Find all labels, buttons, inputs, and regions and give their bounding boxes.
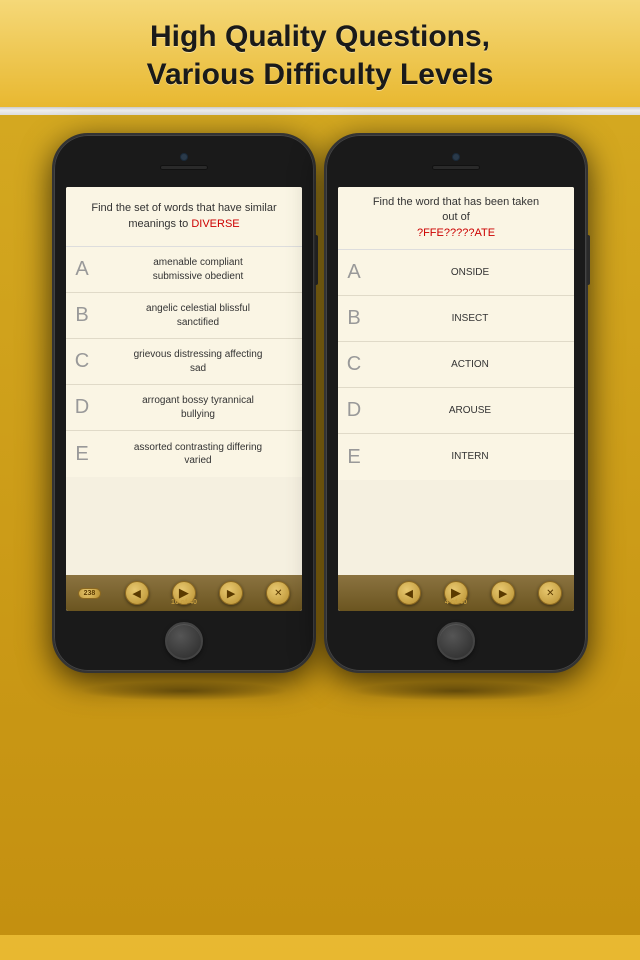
phone-2-answer-b[interactable]: B INSECT [338,296,574,342]
phone-1-shadow [80,681,288,701]
phone-1-bottom [54,611,314,671]
phone-1-question: Find the set of words that have similar … [66,187,302,247]
phone-1-question-keyword: DIVERSE [191,218,239,230]
phone-1-answer-a[interactable]: A amenable compliantsubmissive obedient [66,247,302,293]
phone-1-answer-e[interactable]: E assorted contrasting differingvaried [66,431,302,477]
phone-2-count: 4 of 40 [445,599,467,606]
phone-2-home-button[interactable] [437,622,475,660]
phone-1-answer-c[interactable]: C grievous distressing affectingsad [66,339,302,385]
header: High Quality Questions, Various Difficul… [0,0,640,107]
phone-2: Find the word that has been takenout of?… [324,133,588,673]
phone-1: Find the set of words that have similar … [52,133,316,673]
phone-2-question-prefix: Find the word that has been takenout of [373,196,539,223]
phone-1-answer-b[interactable]: B angelic celestial blissfulsanctified [66,293,302,339]
phone-2-screen: Find the word that has been takenout of?… [338,187,574,611]
phone-2-question-keyword: ?FFE?????ATE [417,227,495,239]
phone-2-answer-e[interactable]: E INTERN [338,434,574,480]
phone-2-question: Find the word that has been takenout of?… [338,187,574,250]
phone-1-question-prefix: Find the set of words that have similar … [91,202,276,229]
phone-1-top [54,135,314,187]
phone-2-bottom [326,611,586,671]
phone-2-speaker [432,165,480,170]
phone-2-answer-c[interactable]: C ACTION [338,342,574,388]
phone-2-answer-a[interactable]: A ONSIDE [338,250,574,296]
phones-area: Find the set of words that have similar … [0,115,640,935]
phone-2-shadow [352,681,560,701]
phone-1-home-button[interactable] [165,622,203,660]
phone-1-answer-d[interactable]: D arrogant bossy tyrannicalbullying [66,385,302,431]
phone-1-camera [180,153,188,161]
phone-2-camera [452,153,460,161]
phone-1-count: 10 of 40 [171,599,197,606]
header-title: High Quality Questions, Various Difficul… [20,18,620,93]
header-divider [0,107,640,115]
phone-1-speaker [160,165,208,170]
phone-1-answers: A amenable compliantsubmissive obedient … [66,247,302,575]
phone-2-top [326,135,586,187]
phone-2-answer-d[interactable]: D AROUSE [338,388,574,434]
phone-2-answers: A ONSIDE B INSECT C ACTION D AROUSE E [338,250,574,575]
phone-1-screen: Find the set of words that have similar … [66,187,302,611]
